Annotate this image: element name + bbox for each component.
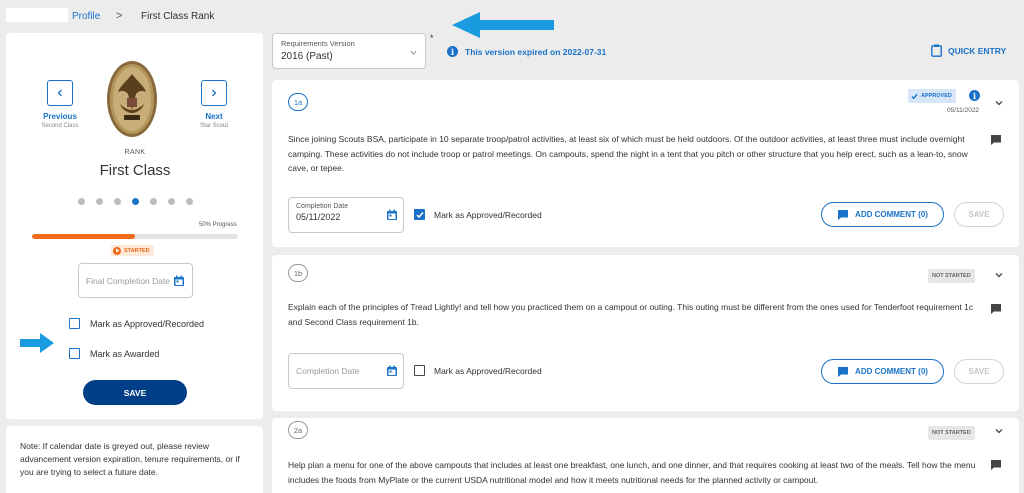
breadcrumb-redacted (6, 8, 68, 22)
first-class-badge-icon (106, 60, 158, 138)
quick-entry-label: QUICK ENTRY (948, 45, 1007, 56)
add-comment-label: ADD COMMENT (0) (855, 210, 928, 219)
mark-awarded-row[interactable]: Mark as Awarded (69, 348, 159, 359)
annotation-arrow-left-icon (452, 12, 554, 38)
progress-text: 50% Progress (199, 222, 237, 228)
mark-awarded-checkbox[interactable] (69, 348, 80, 359)
mark-approved-checkbox[interactable] (414, 209, 425, 220)
progress-bar-fill (32, 234, 135, 239)
mark-approved-label: Mark as Approved/Recorded (434, 209, 542, 220)
status-badge: NOT STARTED (928, 269, 975, 283)
mark-approved-row[interactable]: Mark as Approved/Recorded (414, 209, 542, 220)
requirement-number: 1b (288, 264, 308, 282)
info-icon[interactable]: i (969, 90, 980, 101)
next-rank-button[interactable] (201, 80, 227, 106)
comment-icon (838, 209, 849, 220)
final-completion-date-input[interactable]: Final Completion Date (78, 263, 193, 298)
checkmark-icon (415, 211, 424, 218)
status-badge-label: APPROVED (921, 93, 952, 99)
progress-bar (32, 234, 238, 239)
carousel-dot[interactable] (168, 198, 175, 205)
status-badge: STARTED (111, 245, 154, 256)
comment-icon[interactable] (990, 459, 1002, 471)
annotation-arrow-right-icon (20, 333, 54, 353)
rank-label: RANK (124, 149, 146, 156)
requirement-save-button[interactable]: SAVE (954, 202, 1004, 227)
status-badge: NOT STARTED (928, 426, 975, 440)
completion-date-placeholder: Completion Date (296, 366, 360, 376)
chevron-down-icon[interactable] (994, 98, 1004, 108)
carousel-dot[interactable] (186, 198, 193, 205)
previous-sub: Second Class (41, 123, 79, 129)
requirements-version-select[interactable]: Requirements Version 2016 (Past) (272, 33, 426, 69)
add-comment-label: ADD COMMENT (0) (855, 367, 928, 376)
breadcrumb-profile-link[interactable]: Profile (72, 11, 100, 22)
breadcrumb-current: First Class Rank (141, 11, 215, 22)
requirement-card-1b: 1b NOT STARTED Explain each of the princ… (272, 255, 1019, 411)
rank-name: First Class (99, 162, 171, 179)
calendar-icon[interactable] (173, 275, 185, 287)
add-comment-button[interactable]: ADD COMMENT (0) (821, 359, 944, 384)
carousel-dot[interactable] (78, 198, 85, 205)
version-expired-notice: This version expired on 2022-07-31 (465, 47, 607, 57)
comment-icon (838, 366, 849, 377)
chevron-down-icon[interactable] (994, 270, 1004, 280)
completion-date-label: Completion Date (296, 203, 349, 210)
mark-approved-label: Mark as Approved/Recorded (434, 365, 542, 376)
calendar-note: Note: If calendar date is greyed out, pl… (6, 426, 263, 493)
version-select-label: Requirements Version (281, 39, 355, 48)
carousel-dot[interactable] (96, 198, 103, 205)
play-icon (113, 246, 121, 255)
comment-icon[interactable] (990, 134, 1002, 146)
version-select-value: 2016 (Past) (281, 51, 333, 62)
requirement-card-2a: 2a NOT STARTED Help plan a menu for one … (272, 418, 1019, 493)
calendar-icon[interactable] (386, 209, 398, 221)
requirement-number: 1a (288, 93, 308, 111)
breadcrumb-separator: > (116, 10, 123, 22)
quick-entry-button[interactable]: QUICK ENTRY (931, 44, 1006, 57)
version-asterisk: * (430, 33, 434, 43)
rank-save-button[interactable]: SAVE (83, 380, 187, 405)
requirement-save-button[interactable]: SAVE (954, 359, 1004, 384)
status-badge: APPROVED (908, 89, 956, 103)
approved-date: 05/11/2022 (947, 107, 980, 114)
previous-label: Previous (43, 112, 77, 121)
completion-date-value: 05/11/2022 (296, 212, 341, 222)
requirement-text: Since joining Scouts BSA, participate in… (288, 134, 968, 173)
requirement-text: Explain each of the principles of Tread … (288, 302, 974, 327)
mark-approved-row[interactable]: Mark as Approved/Recorded (69, 318, 204, 329)
chevron-right-icon (201, 80, 227, 106)
status-badge-label: STARTED (124, 247, 150, 254)
clipboard-icon (931, 44, 942, 57)
requirement-card-1a: 1a APPROVED i 05/11/2022 Since joining S… (272, 80, 1019, 247)
chevron-left-icon (47, 80, 73, 106)
info-icon[interactable]: i (447, 46, 458, 57)
carousel-dot[interactable] (150, 198, 157, 205)
requirement-text: Help plan a menu for one of the above ca… (288, 460, 976, 485)
completion-date-input[interactable]: Completion Date (288, 353, 404, 389)
carousel-dot[interactable] (132, 198, 139, 205)
next-sub: Star Scout (199, 123, 228, 129)
mark-awarded-label: Mark as Awarded (90, 348, 160, 359)
chevron-down-icon[interactable] (994, 426, 1004, 436)
requirement-number: 2a (288, 421, 308, 439)
comment-icon[interactable] (990, 303, 1002, 315)
previous-rank-button[interactable] (47, 80, 73, 106)
mark-approved-label: Mark as Approved/Recorded (90, 318, 205, 329)
mark-approved-checkbox[interactable] (69, 318, 80, 329)
chevron-down-icon (410, 50, 417, 55)
mark-approved-row[interactable]: Mark as Approved/Recorded (414, 365, 542, 376)
final-completion-date-placeholder: Final Completion Date (86, 275, 171, 286)
next-label: Next (205, 112, 223, 121)
mark-approved-checkbox[interactable] (414, 365, 425, 376)
completion-date-input[interactable]: Completion Date 05/11/2022 (288, 197, 404, 233)
calendar-icon[interactable] (386, 365, 398, 377)
checkmark-icon (911, 93, 918, 99)
add-comment-button[interactable]: ADD COMMENT (0) (821, 202, 944, 227)
carousel-dot[interactable] (114, 198, 121, 205)
